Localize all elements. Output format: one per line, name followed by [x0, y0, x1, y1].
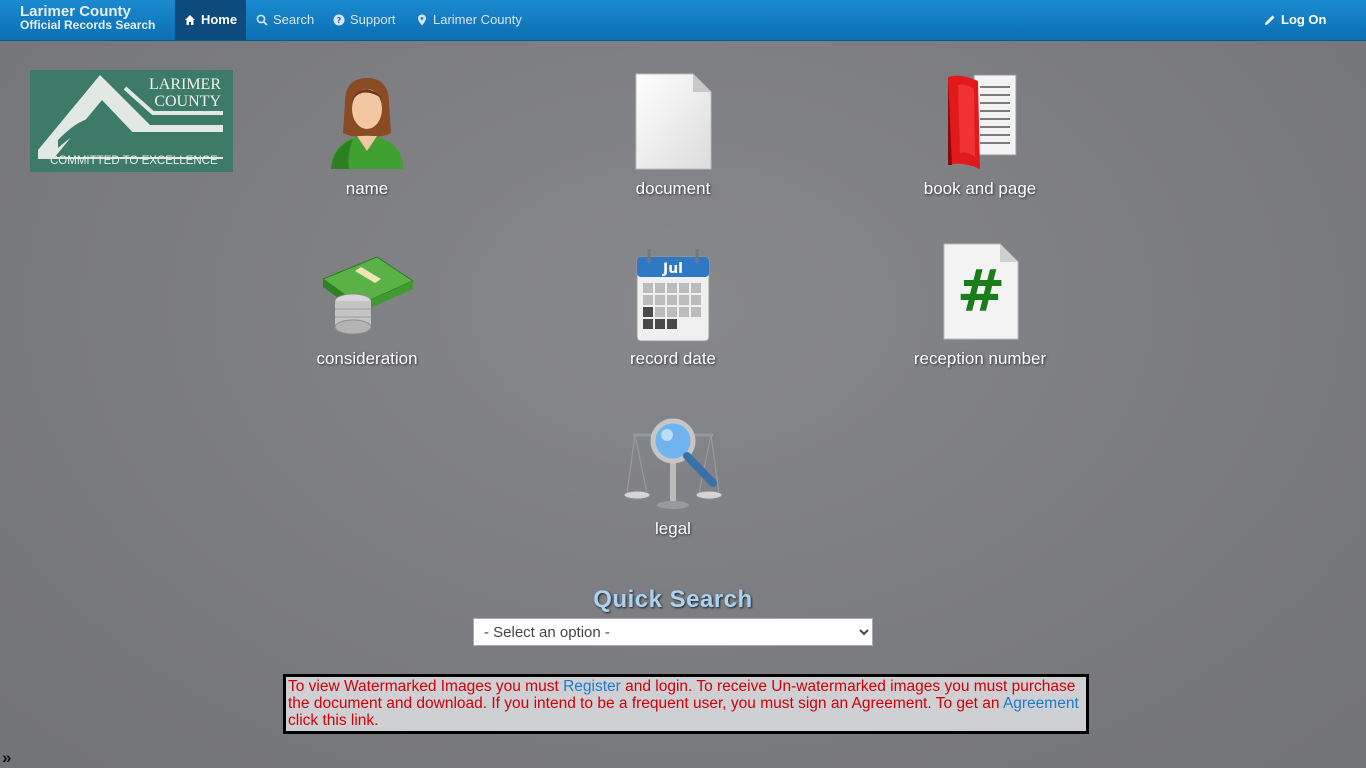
search-tile-reception-number[interactable]: # reception number — [880, 243, 1080, 369]
map-marker-icon — [418, 14, 426, 26]
search-tile-consideration[interactable]: consideration — [267, 243, 467, 369]
brand-title: Larimer County — [20, 3, 131, 20]
hash-icon: # — [957, 257, 1006, 325]
tile-legal-label: legal — [655, 519, 691, 538]
search-tile-legal[interactable]: legal — [573, 413, 773, 539]
nav-logon[interactable]: Log On — [1264, 0, 1327, 40]
logo-tagline: COMMITTED TO EXCELLENCE — [50, 155, 218, 167]
nav-logon-label: Log On — [1281, 12, 1327, 27]
svg-text:?: ? — [337, 16, 342, 25]
quick-search-select[interactable]: - Select an option - — [473, 618, 873, 646]
tile-reception-number-label: reception number — [913, 349, 1047, 368]
nav-county[interactable]: Larimer County — [416, 0, 522, 40]
search-tile-name[interactable]: name — [267, 73, 467, 199]
collapse-toggle[interactable]: » — [2, 748, 11, 768]
agreement-link[interactable]: Agreement — [1003, 695, 1079, 712]
red-book-icon — [948, 74, 1017, 169]
top-navbar: Larimer County Official Records Search H… — [0, 0, 1366, 41]
watermark-notice: To view Watermarked Images you must Regi… — [283, 674, 1089, 734]
nav-search-label: Search — [273, 12, 315, 27]
tile-consideration-label: consideration — [316, 349, 418, 368]
nav-support[interactable]: ? Support — [333, 0, 396, 40]
search-tile-record-date[interactable]: Jul record date — [573, 243, 773, 369]
tile-name-label: name — [345, 179, 389, 198]
notice-text-3: click this link. — [288, 712, 379, 729]
hash-document-icon: # — [943, 243, 1019, 340]
money-icon — [321, 256, 415, 335]
brand[interactable]: Larimer County Official Records Search — [20, 3, 156, 32]
nav-support-label: Support — [350, 12, 396, 27]
quick-search-title: Quick Search — [593, 586, 753, 613]
tile-record-date-label: record date — [630, 349, 716, 368]
search-icon — [256, 14, 268, 26]
nav-home[interactable]: Home — [175, 0, 246, 40]
calendar-month: Jul — [662, 261, 683, 277]
brand-subtitle: Official Records Search — [20, 18, 156, 32]
person-icon — [331, 78, 403, 169]
notice-text-1: To view Watermarked Images you must — [288, 678, 564, 695]
register-link[interactable]: Register — [563, 678, 621, 695]
scales-magnifier-icon — [623, 418, 723, 509]
logo-text: LARIMER COUNTY — [149, 76, 221, 110]
nav-county-label: Larimer County — [433, 12, 522, 27]
county-logo: LARIMER COUNTY COMMITTED TO EXCELLENCE — [30, 70, 233, 172]
tile-document-label: document — [635, 179, 711, 198]
nav-search[interactable]: Search — [256, 0, 314, 40]
search-tile-document[interactable]: document — [573, 73, 773, 199]
logo-line2: COUNTY — [154, 93, 221, 110]
tile-book-and-page-label: book and page — [923, 179, 1037, 198]
home-icon — [184, 15, 195, 25]
logo-line1: LARIMER — [149, 76, 221, 93]
search-tile-book-and-page[interactable]: book and page — [880, 73, 1080, 199]
document-icon — [635, 73, 712, 170]
nav-home-label: Home — [200, 12, 238, 27]
pencil-icon — [1265, 15, 1275, 25]
question-circle-icon: ? — [333, 14, 345, 26]
calendar-icon: Jul — [636, 249, 710, 342]
